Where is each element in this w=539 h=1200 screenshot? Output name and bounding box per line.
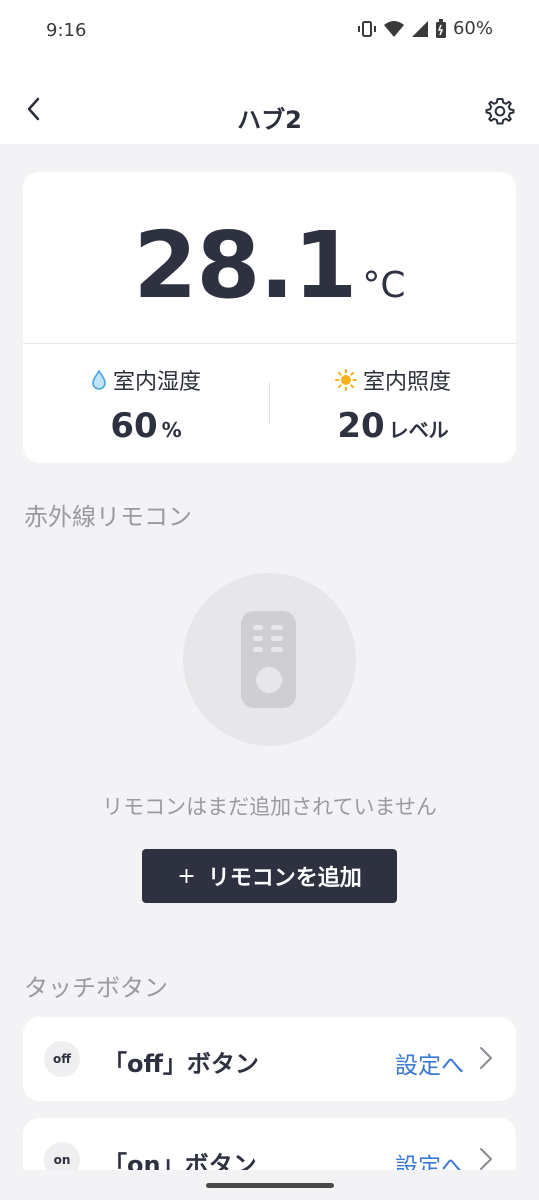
sensor-card: 28.1 °C 室内湿度 60% 室内照度 20 レベル (23, 172, 516, 463)
illuminance-label: 室内照度 (362, 370, 451, 395)
settings-link[interactable]: 設定へ (395, 1046, 464, 1080)
temperature-display: 28.1 °C (23, 212, 516, 319)
touch-buttons-section-title: タッチボタン (24, 974, 168, 1002)
temperature-unit: °C (362, 265, 406, 306)
remote-control-icon (241, 611, 296, 708)
plus-icon: + (177, 863, 196, 889)
card-divider (23, 343, 516, 344)
humidity-label: 室内湿度 (112, 370, 201, 395)
humidity-unit: % (161, 418, 182, 442)
illuminance-unit: レベル (388, 418, 449, 442)
ir-remote-section-title: 赤外線リモコン (24, 503, 192, 531)
page-title: ハブ2 (237, 106, 302, 134)
temperature-value: 28.1 (133, 212, 357, 319)
off-icon: off (44, 1041, 80, 1077)
humidity-value: 60 (110, 406, 158, 446)
touch-button-label: 「off」ボタン (103, 1050, 259, 1078)
remote-placeholder (183, 573, 356, 746)
illuminance-value: 20 (337, 406, 385, 446)
touch-button-row-off[interactable]: off 「off」ボタン 設定へ (23, 1017, 516, 1101)
chevron-right-icon (480, 1047, 492, 1069)
status-indicators: 60% (357, 18, 493, 39)
sun-icon (334, 369, 357, 391)
battery-percent: 60% (452, 18, 493, 39)
water-drop-icon (92, 370, 106, 390)
gear-icon[interactable] (485, 96, 515, 126)
add-remote-button-label: リモコンを追加 (207, 866, 362, 891)
app-bar: ハブ2 (0, 60, 539, 144)
illuminance-stat: 室内照度 20 レベル (270, 364, 516, 446)
add-remote-button[interactable]: + リモコンを追加 (142, 849, 397, 903)
gesture-handle[interactable] (206, 1183, 334, 1188)
wifi-icon (383, 20, 404, 37)
chevron-right-icon (480, 1148, 492, 1170)
vibrate-icon (357, 20, 376, 37)
signal-icon (411, 20, 428, 37)
empty-remote-message: リモコンはまだ追加されていません (102, 795, 437, 819)
humidity-stat: 室内湿度 60% (23, 364, 269, 446)
status-bar: 9:16 60% (0, 0, 539, 60)
status-time: 9:16 (46, 20, 87, 41)
battery-icon (435, 18, 446, 38)
